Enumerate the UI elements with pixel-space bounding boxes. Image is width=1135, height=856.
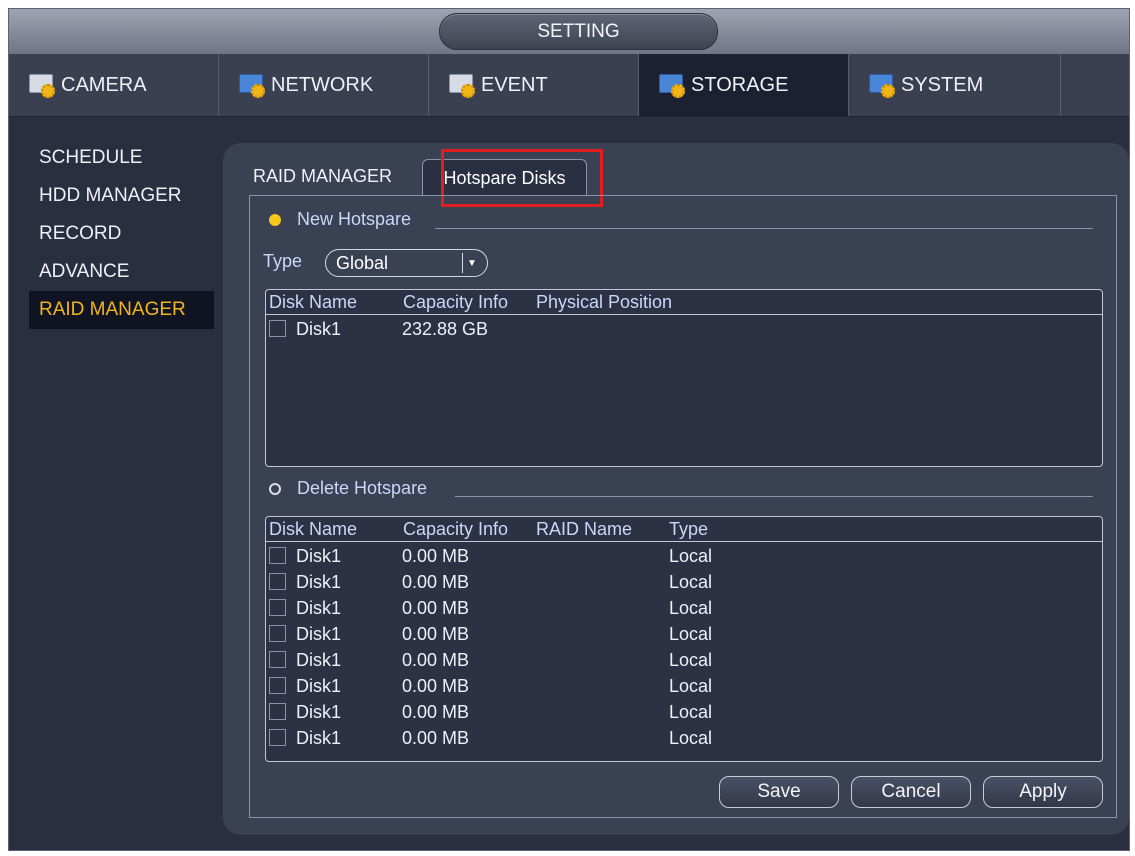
table-row[interactable]: Disk1 0.00 MB Local <box>266 699 1102 725</box>
tab-system[interactable]: SYSTEM <box>849 54 1061 116</box>
disk-type: Local <box>669 624 713 644</box>
main-tab-bar: CAMERA NETWORK EVENT STORAGE SYSTEM <box>9 54 1129 117</box>
tab-label: STORAGE <box>691 73 789 96</box>
row-checkbox[interactable] <box>269 651 286 668</box>
capacity-info: 0.00 MB <box>402 598 470 618</box>
system-settings-icon <box>867 71 897 99</box>
capacity-info: 0.00 MB <box>402 572 470 592</box>
table-row[interactable]: Disk1 232.88 GB <box>266 316 1102 342</box>
column-header: Capacity Info <box>403 292 509 312</box>
tab-event[interactable]: EVENT <box>429 54 639 116</box>
capacity-info: 232.88 GB <box>402 319 489 339</box>
menu-item-schedule[interactable]: SCHEDULE <box>29 139 214 177</box>
row-checkbox[interactable] <box>269 703 286 720</box>
new-hotspare-option[interactable]: New Hotspare <box>269 209 411 230</box>
menu-item-record[interactable]: RECORD <box>29 215 214 253</box>
table-row[interactable]: Disk1 0.00 MB Local <box>266 569 1102 595</box>
subtab-raid-manager[interactable]: RAID MANAGER <box>253 161 392 191</box>
disk-type: Local <box>669 650 713 670</box>
disk-name: Disk1 <box>296 572 342 592</box>
row-checkbox[interactable] <box>269 573 286 590</box>
row-checkbox[interactable] <box>269 677 286 694</box>
divider <box>435 228 1093 229</box>
type-value: Global <box>336 252 389 273</box>
new-hotspare-table: Disk Name Capacity Info Physical Positio… <box>265 289 1103 467</box>
left-menu: SCHEDULE HDD MANAGER RECORD ADVANCE RAID… <box>29 139 214 329</box>
delete-hotspare-radio[interactable] <box>269 482 281 495</box>
capacity-info: 0.00 MB <box>402 624 470 644</box>
table-row[interactable]: Disk1 0.00 MB Local <box>266 647 1102 673</box>
capacity-info: 0.00 MB <box>402 676 470 696</box>
table-row[interactable]: Disk1 0.00 MB Local <box>266 543 1102 569</box>
delete-hotspare-table: Disk Name Capacity Info RAID Name Type D… <box>265 516 1103 762</box>
disk-name: Disk1 <box>296 728 342 748</box>
disk-name: Disk1 <box>296 650 342 670</box>
capacity-info: 0.00 MB <box>402 546 470 566</box>
tab-label: NETWORK <box>271 73 374 96</box>
tab-network[interactable]: NETWORK <box>219 54 429 116</box>
row-checkbox[interactable] <box>269 729 286 746</box>
apply-button[interactable]: Apply <box>983 776 1103 808</box>
table-row[interactable]: Disk1 0.00 MB Local <box>266 595 1102 621</box>
divider <box>455 496 1093 497</box>
new-hotspare-label: New Hotspare <box>297 209 412 229</box>
row-checkbox[interactable] <box>269 625 286 642</box>
table-row[interactable]: Disk1 0.00 MB Local <box>266 621 1102 647</box>
capacity-info: 0.00 MB <box>402 702 470 722</box>
disk-type: Local <box>669 676 713 696</box>
column-header: Disk Name <box>269 292 358 312</box>
disk-name: Disk1 <box>296 546 342 566</box>
network-settings-icon <box>237 71 267 99</box>
table-row[interactable]: Disk1 0.00 MB Local <box>266 673 1102 699</box>
delete-hotspare-option[interactable]: Delete Hotspare <box>269 478 427 499</box>
storage-settings-icon <box>657 71 687 99</box>
title-bar: SETTING <box>9 9 1129 54</box>
type-dropdown[interactable]: Global ▼ <box>325 249 488 277</box>
tab-camera[interactable]: CAMERA <box>9 54 219 116</box>
settings-window: SETTING CAMERA NETWORK EVENT STORAGE SYS… <box>8 8 1130 851</box>
camera-settings-icon <box>27 71 57 99</box>
chevron-down-icon: ▼ <box>462 253 481 273</box>
column-header: Type <box>669 519 709 539</box>
disk-type: Local <box>669 728 713 748</box>
column-header: RAID Name <box>536 519 633 539</box>
table-header: Disk Name Capacity Info RAID Name Type <box>266 517 1102 542</box>
window-title: SETTING <box>439 13 718 50</box>
type-label: Type <box>263 251 303 271</box>
column-header: Disk Name <box>269 519 358 539</box>
disk-name: Disk1 <box>296 319 342 339</box>
menu-item-advance[interactable]: ADVANCE <box>29 253 214 291</box>
delete-hotspare-label: Delete Hotspare <box>297 478 428 498</box>
disk-name: Disk1 <box>296 598 342 618</box>
cancel-button[interactable]: Cancel <box>851 776 971 808</box>
tab-label: EVENT <box>481 73 548 96</box>
event-settings-icon <box>447 71 477 99</box>
table-row[interactable]: Disk1 0.00 MB Local <box>266 725 1102 751</box>
new-hotspare-radio[interactable] <box>269 213 281 226</box>
disk-type: Local <box>669 572 713 592</box>
menu-item-raid-manager[interactable]: RAID MANAGER <box>29 291 214 329</box>
row-checkbox[interactable] <box>269 547 286 564</box>
disk-type: Local <box>669 546 713 566</box>
menu-item-hdd-manager[interactable]: HDD MANAGER <box>29 177 214 215</box>
table-header: Disk Name Capacity Info Physical Positio… <box>266 290 1102 315</box>
tab-storage[interactable]: STORAGE <box>639 54 849 116</box>
column-header: Capacity Info <box>403 519 509 539</box>
row-checkbox[interactable] <box>269 599 286 616</box>
save-button[interactable]: Save <box>719 776 839 808</box>
disk-type: Local <box>669 598 713 618</box>
disk-name: Disk1 <box>296 624 342 644</box>
disk-name: Disk1 <box>296 702 342 722</box>
tab-label: CAMERA <box>61 73 147 96</box>
disk-name: Disk1 <box>296 676 342 696</box>
column-header: Physical Position <box>536 292 673 312</box>
capacity-info: 0.00 MB <box>402 650 470 670</box>
capacity-info: 0.00 MB <box>402 728 470 748</box>
row-checkbox[interactable] <box>269 320 286 337</box>
disk-type: Local <box>669 702 713 722</box>
tab-label: SYSTEM <box>901 73 984 96</box>
